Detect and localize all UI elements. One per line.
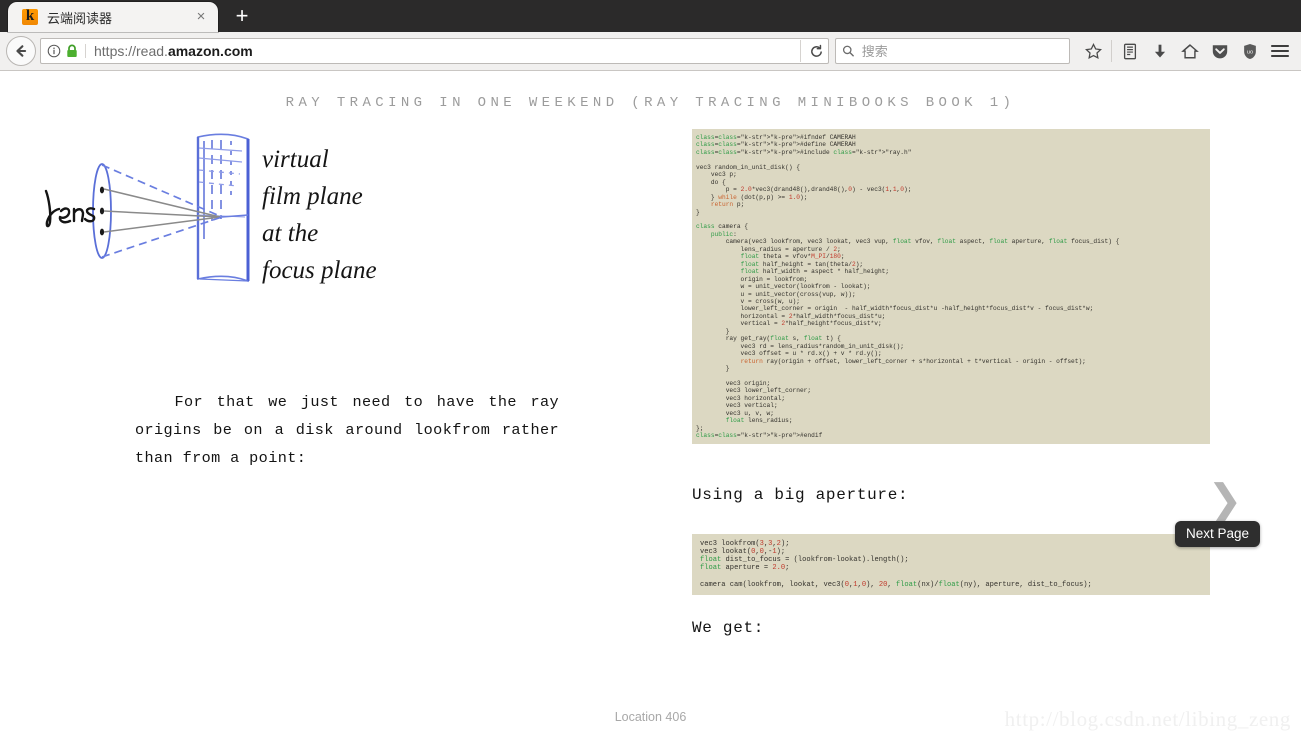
back-arrow-icon <box>16 45 27 57</box>
close-icon[interactable]: × <box>192 8 210 26</box>
figure-label-lens <box>44 189 96 228</box>
page-info-icon[interactable] <box>47 44 61 58</box>
new-tab-button[interactable]: + <box>224 2 260 32</box>
body-paragraph: For that we just need to have the ray or… <box>135 393 559 467</box>
star-icon <box>1084 42 1102 59</box>
figure-label-focus-plane: focus plane <box>262 257 377 284</box>
url-text: https://read.amazon.com <box>94 43 253 59</box>
pocket-icon <box>1212 45 1228 59</box>
reload-button[interactable] <box>800 40 824 62</box>
next-page-tooltip: Next Page <box>1175 521 1261 547</box>
browser-toolbar: https://read.amazon.com 搜索 uo <box>0 32 1301 71</box>
search-bar[interactable] <box>835 38 1070 64</box>
home-icon <box>1181 43 1199 58</box>
tab-title: 云端阅读器 <box>47 10 113 26</box>
site-identity[interactable] <box>47 44 86 58</box>
toolbar-divider <box>1111 40 1112 62</box>
reload-icon <box>811 44 822 57</box>
subheading-we-get: We get: <box>692 618 765 637</box>
ublock-button[interactable]: uo <box>1235 36 1265 66</box>
tab-strip: 云端阅读器 × + <box>0 0 260 32</box>
reader-column-right: class=class="k-str">"k-pre">#ifndef CAME… <box>650 129 1250 637</box>
kindle-cloud-reader-page: RAY TRACING IN ONE WEEKEND (RAY TRACING … <box>0 71 1301 744</box>
search-icon <box>842 45 854 57</box>
next-page-button[interactable]: ❯ Next Page <box>1175 475 1261 547</box>
blog-watermark: http://blog.csdn.net/libing_zeng <box>1004 707 1291 731</box>
reader-column-left: virtual film plane at the focus plane Fo… <box>0 129 650 637</box>
chevron-right-icon: ❯ <box>1207 475 1243 524</box>
figure-label-virtual: virtual <box>262 146 329 173</box>
subheading-big-aperture: Using a big aperture: <box>692 485 909 504</box>
browser-tab-cloud-reader[interactable]: 云端阅读器 × <box>8 2 218 32</box>
reader-footer: Location 406 http://blog.csdn.net/libing… <box>0 707 1301 732</box>
code-block-camera-h: class=class="k-str">"k-pre">#ifndef CAME… <box>692 129 1210 444</box>
hamburger-menu-icon <box>1270 44 1290 58</box>
app-menu-button[interactable] <box>1265 36 1295 66</box>
lens-focus-plane-sketch: virtual film plane at the focus plane <box>40 129 604 304</box>
back-button[interactable] <box>6 36 36 66</box>
bookmark-button[interactable] <box>1078 36 1108 66</box>
home-button[interactable] <box>1175 36 1205 66</box>
code-block-main-camera: vec3 lookfrom(3,3,2); vec3 lookat(0,0,-1… <box>692 533 1210 595</box>
figure-label-film-plane: film plane <box>262 183 363 210</box>
pocket-button[interactable] <box>1205 36 1235 66</box>
padlock-secure-icon[interactable] <box>66 44 78 58</box>
url-domain: amazon.com <box>167 43 253 59</box>
downloads-button[interactable] <box>1145 36 1175 66</box>
search-input[interactable] <box>861 43 1063 59</box>
library-button[interactable] <box>1115 36 1145 66</box>
reader-columns: virtual film plane at the focus plane Fo… <box>0 111 1301 637</box>
ublock-shield-icon: uo <box>1244 43 1256 59</box>
browser-titlebar: 云端阅读器 × + <box>0 0 1301 32</box>
svg-text:uo: uo <box>1247 49 1253 55</box>
figure-label-at-the: at the <box>262 220 318 247</box>
kindle-logo-icon <box>22 9 38 25</box>
url-prefix: https://read. <box>94 43 168 59</box>
library-icon <box>1123 43 1137 59</box>
browser-window: 云端阅读器 × + <box>0 0 1301 71</box>
page-title: RAY TRACING IN ONE WEEKEND (RAY TRACING … <box>285 95 1016 111</box>
figure-svg: virtual film plane at the focus plane <box>44 133 377 284</box>
download-arrow-icon <box>1154 44 1166 58</box>
address-bar[interactable]: https://read.amazon.com <box>40 38 829 64</box>
